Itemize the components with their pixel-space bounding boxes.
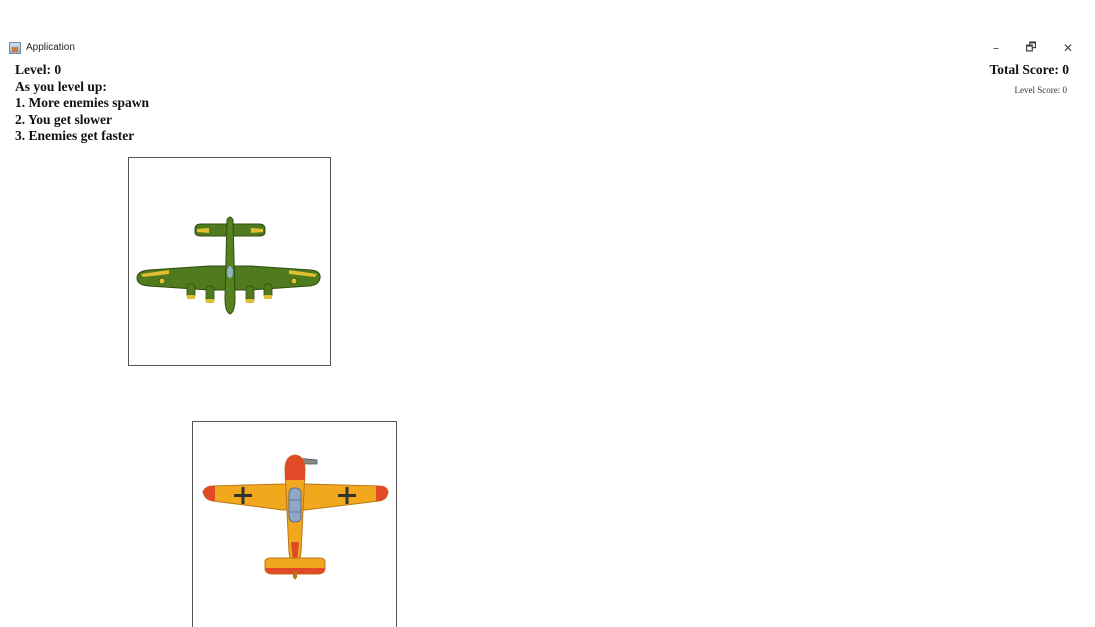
app-icon <box>9 42 21 54</box>
minimize-button[interactable]: – <box>981 38 1011 58</box>
level-label: Level: 0 <box>15 62 62 77</box>
close-button[interactable]: ✕ <box>1053 38 1083 58</box>
orange-fighter-plane-icon <box>202 454 389 580</box>
game-window: Application – 🗗 ✕ Level: 0 As you level … <box>0 0 1095 627</box>
player-plane-sprite <box>192 421 397 627</box>
level-score: Level Score: 0 <box>1014 85 1067 95</box>
instruction-item-1: 1. More enemies spawn <box>15 95 149 110</box>
window-title: Application <box>26 42 75 53</box>
hud-info: Level: 0 As you level up: 1. More enemie… <box>15 62 149 145</box>
total-score: Total Score: 0 <box>989 62 1070 77</box>
green-bomber-plane-icon <box>136 216 321 315</box>
instruction-item-2: 2. You get slower <box>15 111 112 127</box>
instructions-heading: As you level up: <box>15 78 107 94</box>
restore-button[interactable]: 🗗 <box>1016 38 1046 58</box>
instruction-item-3: 3. Enemies get faster <box>15 128 135 143</box>
enemy-plane-sprite <box>128 157 331 366</box>
title-bar: Application – 🗗 ✕ <box>0 36 1095 62</box>
